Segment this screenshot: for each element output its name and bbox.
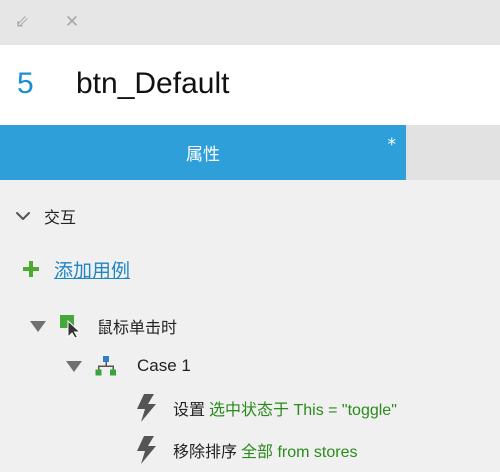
case-label: Case 1	[137, 356, 191, 375]
case-tree-icon	[95, 356, 116, 376]
tab-bar: 属性 *	[0, 125, 500, 180]
action-row[interactable]: 设置 选中状态于 This = "toggle"	[133, 394, 397, 422]
mouse-click-icon	[60, 315, 82, 338]
add-case-link[interactable]: 添加用例	[22, 256, 130, 282]
tab-properties-label: 属性	[186, 145, 220, 165]
tab-properties[interactable]: 属性 *	[0, 125, 406, 180]
collapse-triangle-icon[interactable]	[30, 320, 46, 332]
section-label: 交互	[44, 208, 77, 227]
collapse-triangle-icon[interactable]	[66, 360, 82, 372]
action-row[interactable]: 移除排序 全部 from stores	[133, 436, 358, 464]
modified-marker: *	[387, 135, 397, 155]
chevron-down-icon	[16, 212, 30, 220]
action-detail: 全部 from stores	[241, 444, 358, 461]
event-label: 鼠标单击时	[97, 318, 178, 337]
case-row[interactable]: Case 1	[66, 353, 191, 379]
widget-header: 5 btn_Default	[0, 45, 500, 125]
action-verb: 设置	[173, 400, 206, 419]
widget-name[interactable]: btn_Default	[76, 67, 229, 101]
shrink-icon[interactable]: ⇙	[12, 12, 32, 32]
plus-icon	[23, 261, 39, 277]
lightning-icon	[137, 436, 156, 464]
widget-number: 5	[17, 67, 34, 100]
action-detail: 选中状态于 This = "toggle"	[209, 402, 397, 419]
close-icon[interactable]: ✕	[62, 12, 82, 32]
panel-titlebar: ⇙ ✕	[0, 0, 500, 45]
interactions-panel: 交互 添加用例 鼠标单击时 Case 1 设置 选中状态于 This = "to…	[0, 180, 500, 472]
tab-secondary[interactable]	[408, 125, 500, 180]
interactions-section-header[interactable]: 交互	[14, 204, 76, 228]
action-verb: 移除排序	[173, 442, 238, 461]
add-case-label: 添加用例	[54, 259, 131, 282]
event-row[interactable]: 鼠标单击时	[30, 313, 177, 339]
lightning-icon	[137, 394, 156, 422]
